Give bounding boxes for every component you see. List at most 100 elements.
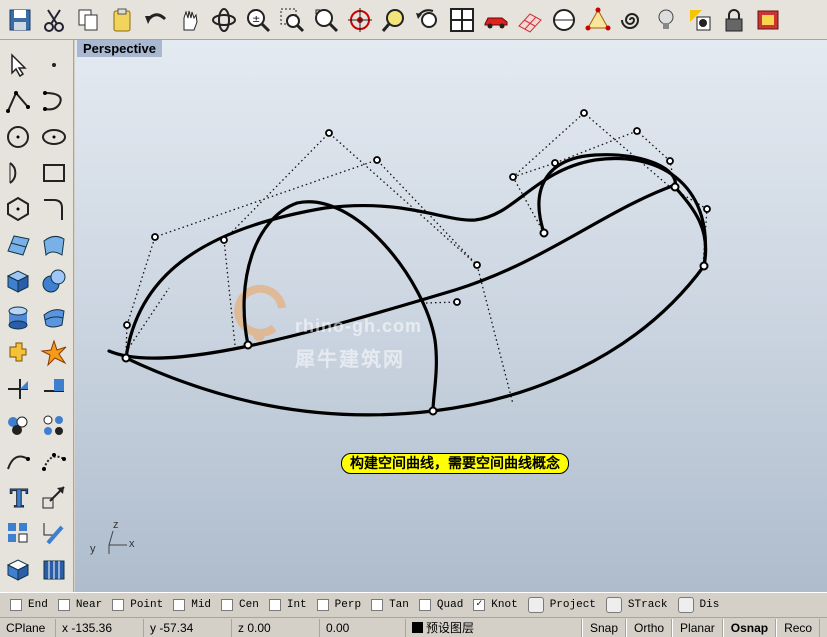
osnap-checkbox[interactable] — [173, 599, 186, 611]
status-z-coordinate: z 0.00 — [232, 618, 320, 637]
text-icon[interactable]: T — [2, 480, 34, 514]
dimension-icon[interactable] — [2, 372, 34, 406]
record-history-toggle[interactable]: Reco — [776, 618, 821, 637]
planar-toggle[interactable]: Planar — [672, 618, 723, 637]
zoom-selected-icon[interactable] — [378, 3, 410, 37]
grid-plane-icon[interactable] — [514, 3, 546, 37]
surface-icon[interactable] — [2, 228, 34, 262]
osnap-label: Dis — [699, 599, 720, 611]
cplane-icon[interactable] — [548, 3, 580, 37]
axis-y-label: y — [90, 543, 96, 555]
status-x-coordinate: x -135.36 — [56, 618, 144, 637]
osnap-checkbox[interactable] — [112, 599, 125, 611]
hatch-icon[interactable] — [38, 552, 70, 586]
scale-icon[interactable] — [38, 480, 70, 514]
osnap-checkbox[interactable] — [268, 599, 281, 611]
osnap-quad[interactable]: Quad — [418, 599, 463, 611]
box-icon[interactable] — [2, 264, 34, 298]
osnap-checkbox[interactable] — [10, 599, 22, 611]
osnap-perp[interactable]: Perp — [316, 599, 361, 611]
osnap-knot[interactable]: ✓ Knot — [473, 599, 518, 611]
osnap-mid[interactable]: Mid — [173, 599, 211, 611]
paste-icon[interactable] — [106, 3, 138, 37]
nurbs-surface-icon[interactable] — [38, 300, 70, 334]
rectangle-icon[interactable] — [38, 156, 70, 190]
solid-tools-icon[interactable] — [2, 552, 34, 586]
point-snap-icon[interactable] — [582, 3, 614, 37]
osnap-checkbox[interactable] — [221, 599, 234, 611]
viewport-title[interactable]: Perspective — [77, 40, 162, 57]
group-icon[interactable] — [2, 408, 34, 442]
control-polygon-right — [425, 112, 708, 304]
osnap-end[interactable]: End — [10, 599, 48, 611]
copy-icon[interactable] — [72, 3, 104, 37]
osnap-tan[interactable]: Tan — [371, 599, 409, 611]
cylinder-icon[interactable] — [2, 300, 34, 334]
point-cloud-icon[interactable] — [38, 408, 70, 442]
array-icon[interactable] — [38, 516, 70, 550]
polyline-icon[interactable] — [2, 84, 34, 118]
osnap-checkbox[interactable] — [371, 599, 384, 611]
four-viewports-icon[interactable] — [446, 3, 478, 37]
osnap-label: Project — [549, 599, 596, 611]
boolean-icon[interactable] — [2, 336, 34, 370]
zoom-target-icon[interactable] — [344, 3, 376, 37]
arc-icon[interactable] — [2, 156, 34, 190]
osnap-checkbox[interactable] — [316, 599, 329, 611]
split-icon[interactable] — [38, 372, 70, 406]
ellipse-icon[interactable] — [38, 120, 70, 154]
left-toolbar: T — [0, 40, 74, 592]
status-layer[interactable]: 预设图层 — [406, 618, 582, 637]
save-icon[interactable] — [4, 3, 36, 37]
watermark-text: 犀牛建筑网 — [295, 349, 405, 371]
point-icon[interactable] — [38, 48, 70, 82]
undo-icon[interactable] — [140, 3, 172, 37]
lock-icon[interactable] — [718, 3, 750, 37]
model-canvas[interactable] — [75, 40, 827, 592]
circle-icon[interactable] — [2, 120, 34, 154]
osnap-point[interactable]: Point — [112, 599, 163, 611]
block-icon[interactable] — [2, 516, 34, 550]
osnap-strack[interactable]: STrack — [605, 597, 668, 613]
snap-toggle[interactable]: Snap — [582, 618, 627, 637]
control-points[interactable] — [123, 109, 711, 329]
rotate-view-icon[interactable] — [208, 3, 240, 37]
zoom-extents-icon[interactable] — [310, 3, 342, 37]
osnap-cen[interactable]: Cen — [221, 599, 259, 611]
osnap-dis[interactable]: Dis — [677, 597, 720, 613]
osnap-near[interactable]: Near — [57, 599, 102, 611]
select-arrow-icon[interactable] — [2, 48, 34, 82]
zoom-dynamic-icon[interactable]: ± — [242, 3, 274, 37]
osnap-checkbox[interactable]: ✓ — [473, 599, 486, 611]
osnap-int[interactable]: Int — [268, 599, 307, 611]
render-icon[interactable] — [752, 3, 784, 37]
polygon-icon[interactable] — [2, 192, 34, 226]
cut-icon[interactable] — [38, 3, 70, 37]
offset-curve-icon[interactable] — [2, 444, 34, 478]
sphere-icon[interactable] — [38, 264, 70, 298]
osnap-label: Tan — [389, 599, 409, 611]
osnap-project[interactable]: Project — [527, 597, 596, 613]
osnap-checkbox[interactable] — [527, 597, 544, 613]
osnap-label: Mid — [191, 599, 212, 611]
zoom-window-icon[interactable] — [276, 3, 308, 37]
ortho-toggle[interactable]: Ortho — [626, 618, 673, 637]
loft-surface-icon[interactable] — [38, 228, 70, 262]
pan-hand-icon[interactable] — [174, 3, 206, 37]
lightbulb-icon[interactable] — [650, 3, 682, 37]
osnap-toggle[interactable]: Osnap — [722, 618, 777, 637]
osnap-checkbox[interactable] — [677, 597, 694, 613]
properties-icon[interactable] — [684, 3, 716, 37]
status-cplane[interactable]: CPlane — [0, 618, 56, 637]
undo-view-icon[interactable] — [412, 3, 444, 37]
explode-icon[interactable] — [38, 336, 70, 370]
fillet-curve-icon[interactable] — [38, 192, 70, 226]
curve-icon[interactable] — [38, 84, 70, 118]
osnap-checkbox[interactable] — [418, 599, 431, 611]
osnap-checkbox[interactable] — [57, 599, 70, 611]
car-icon[interactable] — [480, 3, 512, 37]
perspective-viewport[interactable]: Perspective rhino-gh.com 犀牛建筑网 构建空间曲线，需要… — [75, 40, 827, 592]
spiral-icon[interactable] — [616, 3, 648, 37]
osnap-checkbox[interactable] — [605, 597, 622, 613]
edit-points-icon[interactable] — [38, 444, 70, 478]
